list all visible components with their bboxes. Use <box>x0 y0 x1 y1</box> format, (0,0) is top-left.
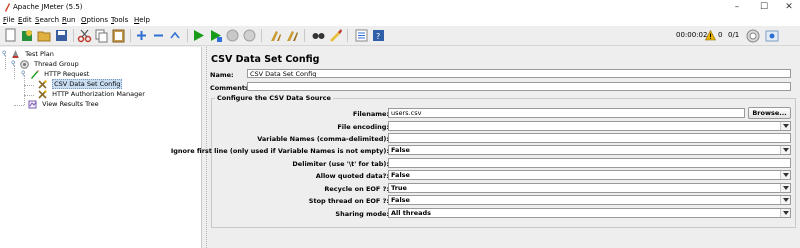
config-panel: CSV Data Set Config Name: CSV Data Set C… <box>171 47 800 248</box>
panel-title: CSV Data Set Config <box>211 54 320 65</box>
tree-node-test-plan[interactable]: ⚲ Test Plan <box>2 49 54 59</box>
comments-field[interactable] <box>247 82 791 91</box>
sharing-mode-select[interactable]: All threads <box>388 208 791 218</box>
tree-node-view-results-tree[interactable]: View Results Tree <box>28 99 99 109</box>
copy-icon[interactable] <box>94 28 109 43</box>
search-icon[interactable] <box>311 28 326 43</box>
expand-icon[interactable] <box>134 28 149 43</box>
allow-quoted-data-label: Allow quoted data?: <box>315 172 389 180</box>
results-tree-icon <box>28 100 37 108</box>
auth-manager-icon <box>38 89 47 99</box>
menu-help[interactable]: Help <box>134 16 150 24</box>
stop-icon[interactable] <box>225 28 240 43</box>
collapse-toggle-icon[interactable]: ⚲ <box>2 49 9 59</box>
menu-search[interactable]: Search <box>35 16 59 24</box>
clear-icon[interactable] <box>268 28 283 43</box>
menu-tools[interactable]: Tools <box>111 16 128 24</box>
collapse-toggle-icon[interactable]: ⚲ <box>11 59 18 69</box>
csv-data-source-group: Configure the CSV Data Source Filename: … <box>171 94 796 228</box>
shutdown-icon[interactable] <box>242 28 257 43</box>
toolbar-separator <box>347 29 348 42</box>
toolbar-separator <box>261 29 262 42</box>
toolbar-separator <box>73 29 74 42</box>
name-label: Name: <box>210 71 234 79</box>
variable-names-field[interactable] <box>388 133 791 143</box>
toolbar: ? 00:00:02 0 0/1 <box>0 26 800 46</box>
menu-run[interactable]: Run <box>62 16 75 24</box>
group-title: Configure the CSV Data Source <box>215 94 333 102</box>
title-bar: Apache JMeter (5.5) – ☐ ✕ <box>0 0 800 15</box>
file-encoding-label: File encoding: <box>337 123 389 131</box>
remote-status-icon <box>746 29 760 43</box>
active-threads: 0/1 <box>728 31 740 39</box>
ignore-first-line-label: Ignore first line (only used if Variable… <box>170 147 389 155</box>
ignore-first-line-select[interactable]: False <box>388 145 791 155</box>
collapse-toggle-icon[interactable]: ⚲ <box>21 69 28 79</box>
function-helper-icon[interactable] <box>354 28 369 43</box>
jmeter-feather-icon <box>5 3 10 12</box>
tree-node-http-request[interactable]: ⚲ HTTP Request <box>21 69 89 79</box>
help-icon[interactable]: ? <box>371 28 386 43</box>
menu-options[interactable]: Options <box>81 16 108 24</box>
new-icon[interactable] <box>3 28 18 43</box>
chevron-down-icon[interactable] <box>780 196 790 204</box>
chevron-down-icon[interactable] <box>780 209 790 217</box>
chevron-down-icon[interactable] <box>780 122 790 130</box>
cut-icon[interactable] <box>77 28 92 43</box>
test-plan-icon <box>12 49 20 58</box>
start-icon[interactable] <box>191 28 206 43</box>
save-icon[interactable] <box>54 28 69 43</box>
toolbar-separator <box>304 29 305 42</box>
maximize-button[interactable]: ☐ <box>757 2 771 13</box>
warning-count: 0 <box>718 31 723 39</box>
tree-node-csv-data-set-config[interactable]: CSV Data Set Config <box>38 79 123 89</box>
menu-bar: File Edit Search Run Options Tools Help <box>0 15 800 26</box>
tree-node-http-authorization-manager[interactable]: HTTP Authorization Manager <box>38 89 145 99</box>
toolbar-separator <box>187 29 188 42</box>
filename-label: Filename: <box>352 110 389 118</box>
tree-node-thread-group[interactable]: ⚲ Thread Group <box>11 59 79 69</box>
recycle-on-eof-label: Recycle on EOF ?: <box>324 185 389 193</box>
recycle-on-eof-select[interactable]: True <box>388 183 791 193</box>
reset-search-icon[interactable] <box>328 28 343 43</box>
stop-thread-on-eof-select[interactable]: False <box>388 195 791 205</box>
delimiter-field[interactable] <box>388 158 791 168</box>
menu-edit[interactable]: Edit <box>18 16 32 24</box>
svg-text:?: ? <box>376 32 380 41</box>
warning-icon[interactable] <box>705 30 716 41</box>
close-button[interactable]: ✕ <box>782 2 796 13</box>
comments-label: Comments: <box>210 84 252 92</box>
name-field[interactable]: CSV Data Set Config <box>247 69 791 78</box>
chevron-down-icon[interactable] <box>780 184 790 192</box>
elapsed-timer: 00:00:02 <box>676 31 708 39</box>
chevron-down-icon[interactable] <box>780 146 790 154</box>
templates-icon[interactable] <box>20 28 35 43</box>
http-request-icon <box>31 69 40 79</box>
collapse-icon[interactable] <box>151 28 166 43</box>
paste-icon[interactable] <box>111 28 126 43</box>
start-no-pauses-icon[interactable] <box>208 28 223 43</box>
open-icon[interactable] <box>37 28 52 43</box>
menu-file[interactable]: File <box>3 16 15 24</box>
allow-quoted-data-select[interactable]: False <box>388 170 791 180</box>
window-title: Apache JMeter (5.5) <box>13 3 83 11</box>
chevron-down-icon[interactable] <box>780 171 790 179</box>
thread-group-icon <box>20 59 29 69</box>
clear-all-icon[interactable] <box>285 28 300 43</box>
stop-thread-on-eof-label: Stop thread on EOF ?: <box>308 197 389 205</box>
filename-field[interactable]: users.csv <box>388 108 745 118</box>
delimiter-label: Delimiter (use '\t' for tab): <box>292 160 389 168</box>
csv-config-icon <box>38 79 47 89</box>
variable-names-label: Variable Names (comma-delimited): <box>257 135 389 143</box>
minimize-button[interactable]: – <box>730 2 744 13</box>
log-viewer-icon[interactable] <box>765 29 779 43</box>
file-encoding-select[interactable] <box>388 121 791 131</box>
toolbar-separator <box>130 29 131 42</box>
browse-button[interactable]: Browse... <box>748 107 791 119</box>
toggle-icon[interactable] <box>168 28 183 43</box>
sharing-mode-label: Sharing mode: <box>335 210 389 218</box>
